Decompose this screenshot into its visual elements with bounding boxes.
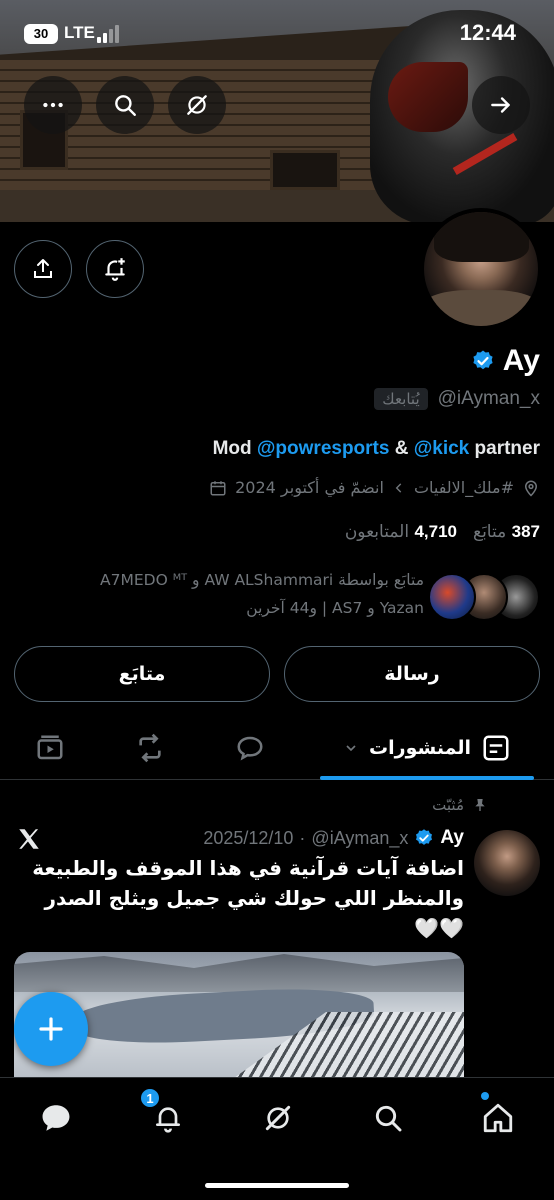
bio-mention-link[interactable]: @kick: [414, 438, 470, 459]
nav-grok[interactable]: [256, 1096, 300, 1140]
message-button[interactable]: رسالة: [284, 646, 540, 702]
x-logo-icon[interactable]: [16, 826, 42, 852]
tab-reposts[interactable]: [110, 716, 190, 780]
home-indicator[interactable]: [205, 1183, 349, 1188]
plus-icon: [39, 1017, 63, 1041]
banner-window: [270, 150, 340, 190]
bio-text: Mod: [212, 438, 257, 459]
share-button[interactable]: [14, 240, 72, 298]
profile-name: Ay: [471, 344, 540, 378]
pinned-label: مُثبّت: [432, 796, 488, 814]
notifications-badge: 1: [140, 1088, 160, 1108]
post-author-avatar[interactable]: [474, 830, 540, 896]
search-icon: [375, 1105, 402, 1132]
chat-bubble-icon: [42, 1105, 70, 1131]
post-date: 2025/12/10: [203, 827, 294, 848]
post-author-handle[interactable]: @iAyman_x: [311, 828, 408, 849]
location-text[interactable]: #ملك_الالفيات: [414, 478, 514, 497]
location-pin-icon: [524, 480, 538, 497]
avatar: [428, 573, 476, 621]
follow-counts: 387 متابَع 4,710 المتابعون: [345, 522, 540, 542]
signal-bars-icon: [97, 25, 123, 43]
nav-search[interactable]: [366, 1096, 410, 1140]
clock: 12:44: [459, 20, 516, 45]
network-label: LTE: [64, 23, 95, 42]
bio-text: partner: [469, 438, 540, 459]
verified-badge-icon: [416, 829, 433, 845]
followers-count: 4,710: [414, 522, 458, 541]
followers-label: المتابعون: [344, 522, 410, 542]
grok-icon: [187, 95, 207, 115]
joined-date: انضمّ في أكتوبر 2024: [235, 478, 384, 497]
bottom-navigation: 1: [0, 1077, 554, 1200]
nav-messages[interactable]: [34, 1096, 78, 1140]
notifications-subscribe-button[interactable]: [86, 240, 144, 298]
following-label: متابَع: [473, 522, 507, 542]
home-unread-dot: [481, 1092, 489, 1100]
chevron-down-icon: [346, 745, 356, 752]
bell-plus-icon: [105, 258, 125, 281]
posts-icon: [483, 735, 509, 761]
tab-videos[interactable]: [10, 716, 90, 780]
following-stat[interactable]: 387 متابَع: [473, 522, 540, 542]
more-icon: [43, 102, 63, 108]
active-tab-indicator: [320, 776, 534, 780]
tab-replies[interactable]: [210, 716, 290, 780]
search-button[interactable]: [96, 76, 154, 134]
profile-name-text: Ay: [502, 344, 540, 377]
grok-button[interactable]: [168, 76, 226, 134]
tab-posts-label: المنشورات: [369, 737, 471, 759]
verified-badge-icon: [473, 350, 493, 370]
home-icon: [483, 1103, 513, 1133]
followed-by-line: Yazan و AS7 | و44 آخرين: [246, 599, 424, 617]
bell-icon: [156, 1107, 180, 1133]
following-button-label: متابَع: [118, 663, 166, 685]
back-button[interactable]: [472, 76, 530, 134]
following-count: 387: [511, 522, 540, 541]
status-bar: 30 LTE 12:44: [0, 0, 554, 68]
bio-mention-link[interactable]: @powresports: [257, 438, 390, 459]
grok-icon: [265, 1105, 291, 1131]
following-button[interactable]: متابَع: [14, 646, 270, 702]
search-icon: [115, 95, 136, 116]
profile-avatar[interactable]: [420, 208, 542, 330]
post-author-name[interactable]: Ay: [440, 827, 464, 849]
profile-handle: @iAyman_x: [437, 388, 540, 409]
followers-stat[interactable]: 4,710 المتابعون: [345, 522, 457, 542]
pinned-text: مُثبّت: [432, 796, 464, 814]
profile-bio: Mod @powresports & @kick partner: [213, 438, 540, 460]
banner-visor: [388, 62, 468, 132]
followed-by-text[interactable]: متابَع بواسطة AW ALShammari و A7MEDO ᴹᵀ …: [14, 566, 424, 622]
handle-row: يُتابعك @iAyman_x: [374, 388, 540, 410]
follows-you-badge: يُتابعك: [374, 388, 428, 410]
profile-tabs: المنشورات: [0, 716, 554, 780]
post-separator: ·: [299, 827, 306, 848]
repost-icon: [139, 733, 161, 763]
arrow-right-icon: [491, 97, 510, 113]
profile-meta: #ملك_الالفيات انضمّ في أكتوبر 2024: [209, 478, 540, 497]
pin-icon: [475, 799, 485, 811]
followed-by-line: متابَع بواسطة AW ALShammari و A7MEDO ᴹᵀ: [100, 571, 424, 589]
post-header: 2025/12/10 · @iAyman_x Ay: [203, 827, 464, 849]
more-button[interactable]: [24, 76, 82, 134]
post-text[interactable]: اضافة آيات قرآنية في هذا الموقف والطبيعة…: [14, 853, 464, 943]
share-icon: [34, 259, 52, 278]
avatar-image: [424, 212, 538, 326]
video-icon: [37, 735, 63, 760]
message-button-label: رسالة: [384, 663, 440, 685]
battery-indicator: 30: [24, 24, 58, 44]
followed-by-avatars[interactable]: [428, 573, 540, 623]
compose-button[interactable]: [14, 992, 88, 1066]
nav-home[interactable]: [476, 1096, 520, 1140]
chevron-left-icon: [395, 482, 402, 493]
tab-posts[interactable]: المنشورات: [320, 716, 534, 780]
calendar-icon: [210, 480, 226, 495]
bio-text: &: [389, 438, 414, 459]
reply-icon: [237, 736, 263, 761]
